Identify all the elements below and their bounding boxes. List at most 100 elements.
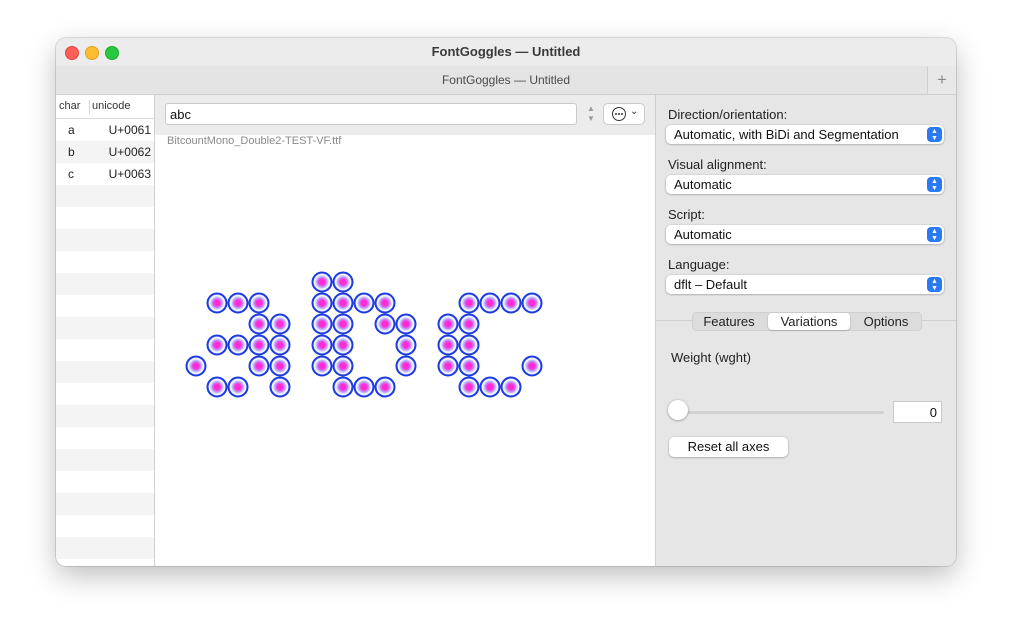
direction-label: Direction/orientation: (668, 107, 788, 122)
glyph-dot (458, 355, 480, 377)
glyph-dot (311, 355, 333, 377)
glyph-dot (500, 376, 522, 398)
updown-chevron-icon: ▲ ▼ (927, 277, 942, 292)
alignment-popup[interactable]: Automatic ▲ ▼ (666, 175, 944, 194)
glyph-dot (185, 355, 207, 377)
alignment-label: Visual alignment: (668, 157, 767, 172)
glyph-dot (437, 355, 459, 377)
minimize-window-button[interactable] (85, 46, 99, 60)
title-bar: FontGoggles — Untitled (56, 38, 956, 66)
empty-row (56, 185, 154, 207)
glyph-dot (521, 355, 543, 377)
glyph-list[interactable]: char unicode a U+0061 b U+0062 c U+0063 (56, 95, 155, 566)
glyph-dot (311, 313, 333, 335)
language-value: dflt – Default (674, 277, 747, 292)
empty-row (56, 295, 154, 317)
glyph-dot (248, 334, 270, 356)
empty-row (56, 383, 154, 405)
glyph-dot (227, 334, 249, 356)
updown-chevron-icon: ▲ ▼ (927, 177, 942, 192)
alignment-value: Automatic (674, 177, 732, 192)
empty-row (56, 515, 154, 537)
empty-row (56, 361, 154, 383)
updown-chevron-icon: ▲ ▼ (927, 227, 942, 242)
reset-axes-button[interactable]: Reset all axes (669, 437, 788, 457)
table-row[interactable]: b U+0062 (56, 141, 154, 163)
empty-row (56, 493, 154, 515)
script-popup[interactable]: Automatic ▲ ▼ (666, 225, 944, 244)
row-char: b (68, 145, 75, 159)
glyph-dot (374, 292, 396, 314)
glyph-dot (206, 376, 228, 398)
weight-slider-track[interactable] (670, 411, 884, 414)
empty-row (56, 537, 154, 559)
glyph-c (437, 292, 543, 398)
window-title: FontGoggles — Untitled (431, 44, 581, 59)
new-tab-button[interactable]: + (927, 66, 956, 94)
chevron-down-icon: ⌄ (630, 106, 639, 117)
settings-sidebar: Direction/orientation: Automatic, with B… (655, 95, 956, 566)
glyph-dot (500, 292, 522, 314)
glyph-dot (206, 334, 228, 356)
glyph-dot (311, 271, 333, 293)
empty-row (56, 229, 154, 251)
glyph-rendering[interactable] (155, 95, 655, 566)
glyph-dot (227, 292, 249, 314)
empty-row (56, 405, 154, 427)
glyph-list-rows: a U+0061 b U+0062 c U+0063 (56, 119, 154, 559)
glyph-dot (374, 376, 396, 398)
row-char: a (68, 123, 75, 137)
tab-untitled[interactable]: FontGoggles — Untitled (442, 66, 570, 94)
script-label: Script: (668, 207, 705, 222)
glyph-dot (311, 334, 333, 356)
column-header-unicode[interactable]: unicode (92, 100, 131, 112)
tab-features[interactable]: Features (692, 312, 766, 331)
row-unicode: U+0061 (108, 123, 151, 137)
chevron-down-icon[interactable]: ▼ (585, 114, 597, 124)
glyph-dot (437, 334, 459, 356)
sample-text-input[interactable]: abc (165, 103, 577, 125)
font-preview-area[interactable]: abc ▲ ▼ ⌄ BitcountMono_Double2-TEST-VF.t… (155, 95, 655, 566)
direction-popup[interactable]: Automatic, with BiDi and Segmentation ▲ ▼ (666, 125, 944, 144)
glyph-dot (248, 313, 270, 335)
empty-row (56, 317, 154, 339)
row-unicode: U+0062 (108, 145, 151, 159)
glyph-dot (332, 376, 354, 398)
weight-slider-knob[interactable] (668, 400, 688, 420)
more-options-button[interactable]: ⌄ (603, 103, 645, 125)
empty-row (56, 449, 154, 471)
direction-value: Automatic, with BiDi and Segmentation (674, 127, 899, 142)
glyph-dot (269, 376, 291, 398)
glyph-dot (374, 313, 396, 335)
glyph-dot (479, 376, 501, 398)
font-file-name: BitcountMono_Double2-TEST-VF.ttf (167, 135, 342, 147)
empty-row (56, 273, 154, 295)
column-divider (89, 100, 90, 114)
tab-options[interactable]: Options (850, 312, 922, 331)
column-header-char[interactable]: char (59, 100, 80, 112)
glyph-dot (269, 355, 291, 377)
glyph-dot (269, 334, 291, 356)
ellipsis-circle-icon (612, 107, 626, 121)
language-label: Language: (668, 257, 730, 272)
weight-value-field[interactable]: 0 (893, 401, 942, 423)
empty-row (56, 339, 154, 361)
language-popup[interactable]: dflt – Default ▲ ▼ (666, 275, 944, 294)
glyph-dot (395, 313, 417, 335)
script-value: Automatic (674, 227, 732, 242)
glyph-b (311, 271, 417, 398)
glyph-dot (332, 313, 354, 335)
close-window-button[interactable] (65, 46, 79, 60)
chevron-up-icon[interactable]: ▲ (585, 104, 597, 114)
table-row[interactable]: c U+0063 (56, 163, 154, 185)
glyph-list-header: char unicode (56, 95, 154, 119)
text-stepper[interactable]: ▲ ▼ (585, 104, 597, 126)
empty-row (56, 471, 154, 493)
tab-variations[interactable]: Variations (768, 313, 850, 330)
glyph-dot (332, 355, 354, 377)
glyph-a (185, 292, 291, 398)
zoom-window-button[interactable] (105, 46, 119, 60)
table-row[interactable]: a U+0061 (56, 119, 154, 141)
glyph-dot (332, 292, 354, 314)
glyph-dot (248, 292, 270, 314)
